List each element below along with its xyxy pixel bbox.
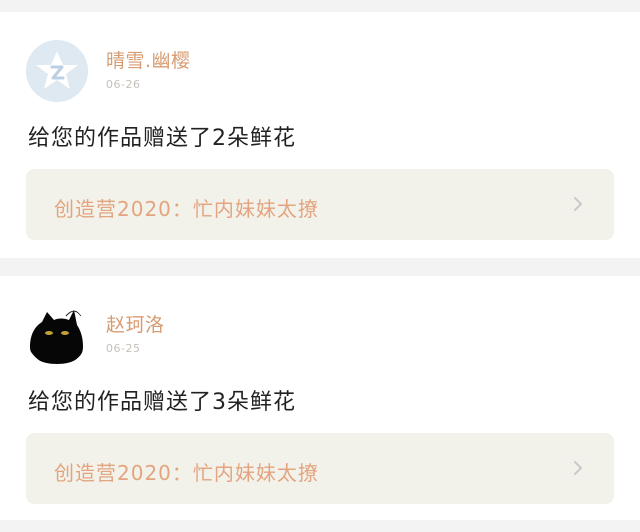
username[interactable]: 赵珂洛 bbox=[106, 310, 165, 337]
qq-default-avatar-icon bbox=[26, 40, 88, 102]
username[interactable]: 晴雪.幽樱 bbox=[106, 46, 191, 73]
gift-notification-card: 赵珂洛 06-25 给您的作品赠送了3朵鲜花 创造营2020：忙内妹妹太撩 bbox=[0, 276, 640, 520]
gift-notification-card: 晴雪.幽樱 06-26 给您的作品赠送了2朵鲜花 创造营2020：忙内妹妹太撩 bbox=[0, 12, 640, 258]
notification-date: 06-26 bbox=[106, 78, 141, 91]
gift-message: 给您的作品赠送了2朵鲜花 bbox=[28, 126, 296, 151]
gift-notification-feed: 晴雪.幽樱 06-26 给您的作品赠送了2朵鲜花 创造营2020：忙内妹妹太撩 … bbox=[0, 0, 640, 532]
work-title: 创造营2020：忙内妹妹太撩 bbox=[54, 197, 319, 221]
work-title: 创造营2020：忙内妹妹太撩 bbox=[54, 461, 319, 485]
work-link[interactable]: 创造营2020：忙内妹妹太撩 bbox=[26, 169, 614, 240]
avatar[interactable] bbox=[26, 304, 88, 366]
black-cat-avatar-icon bbox=[26, 304, 88, 366]
gift-message: 给您的作品赠送了3朵鲜花 bbox=[28, 390, 296, 415]
chevron-right-icon bbox=[574, 197, 582, 211]
work-link[interactable]: 创造营2020：忙内妹妹太撩 bbox=[26, 433, 614, 504]
chevron-right-icon bbox=[574, 461, 582, 475]
avatar[interactable] bbox=[26, 40, 88, 102]
notification-date: 06-25 bbox=[106, 342, 141, 355]
